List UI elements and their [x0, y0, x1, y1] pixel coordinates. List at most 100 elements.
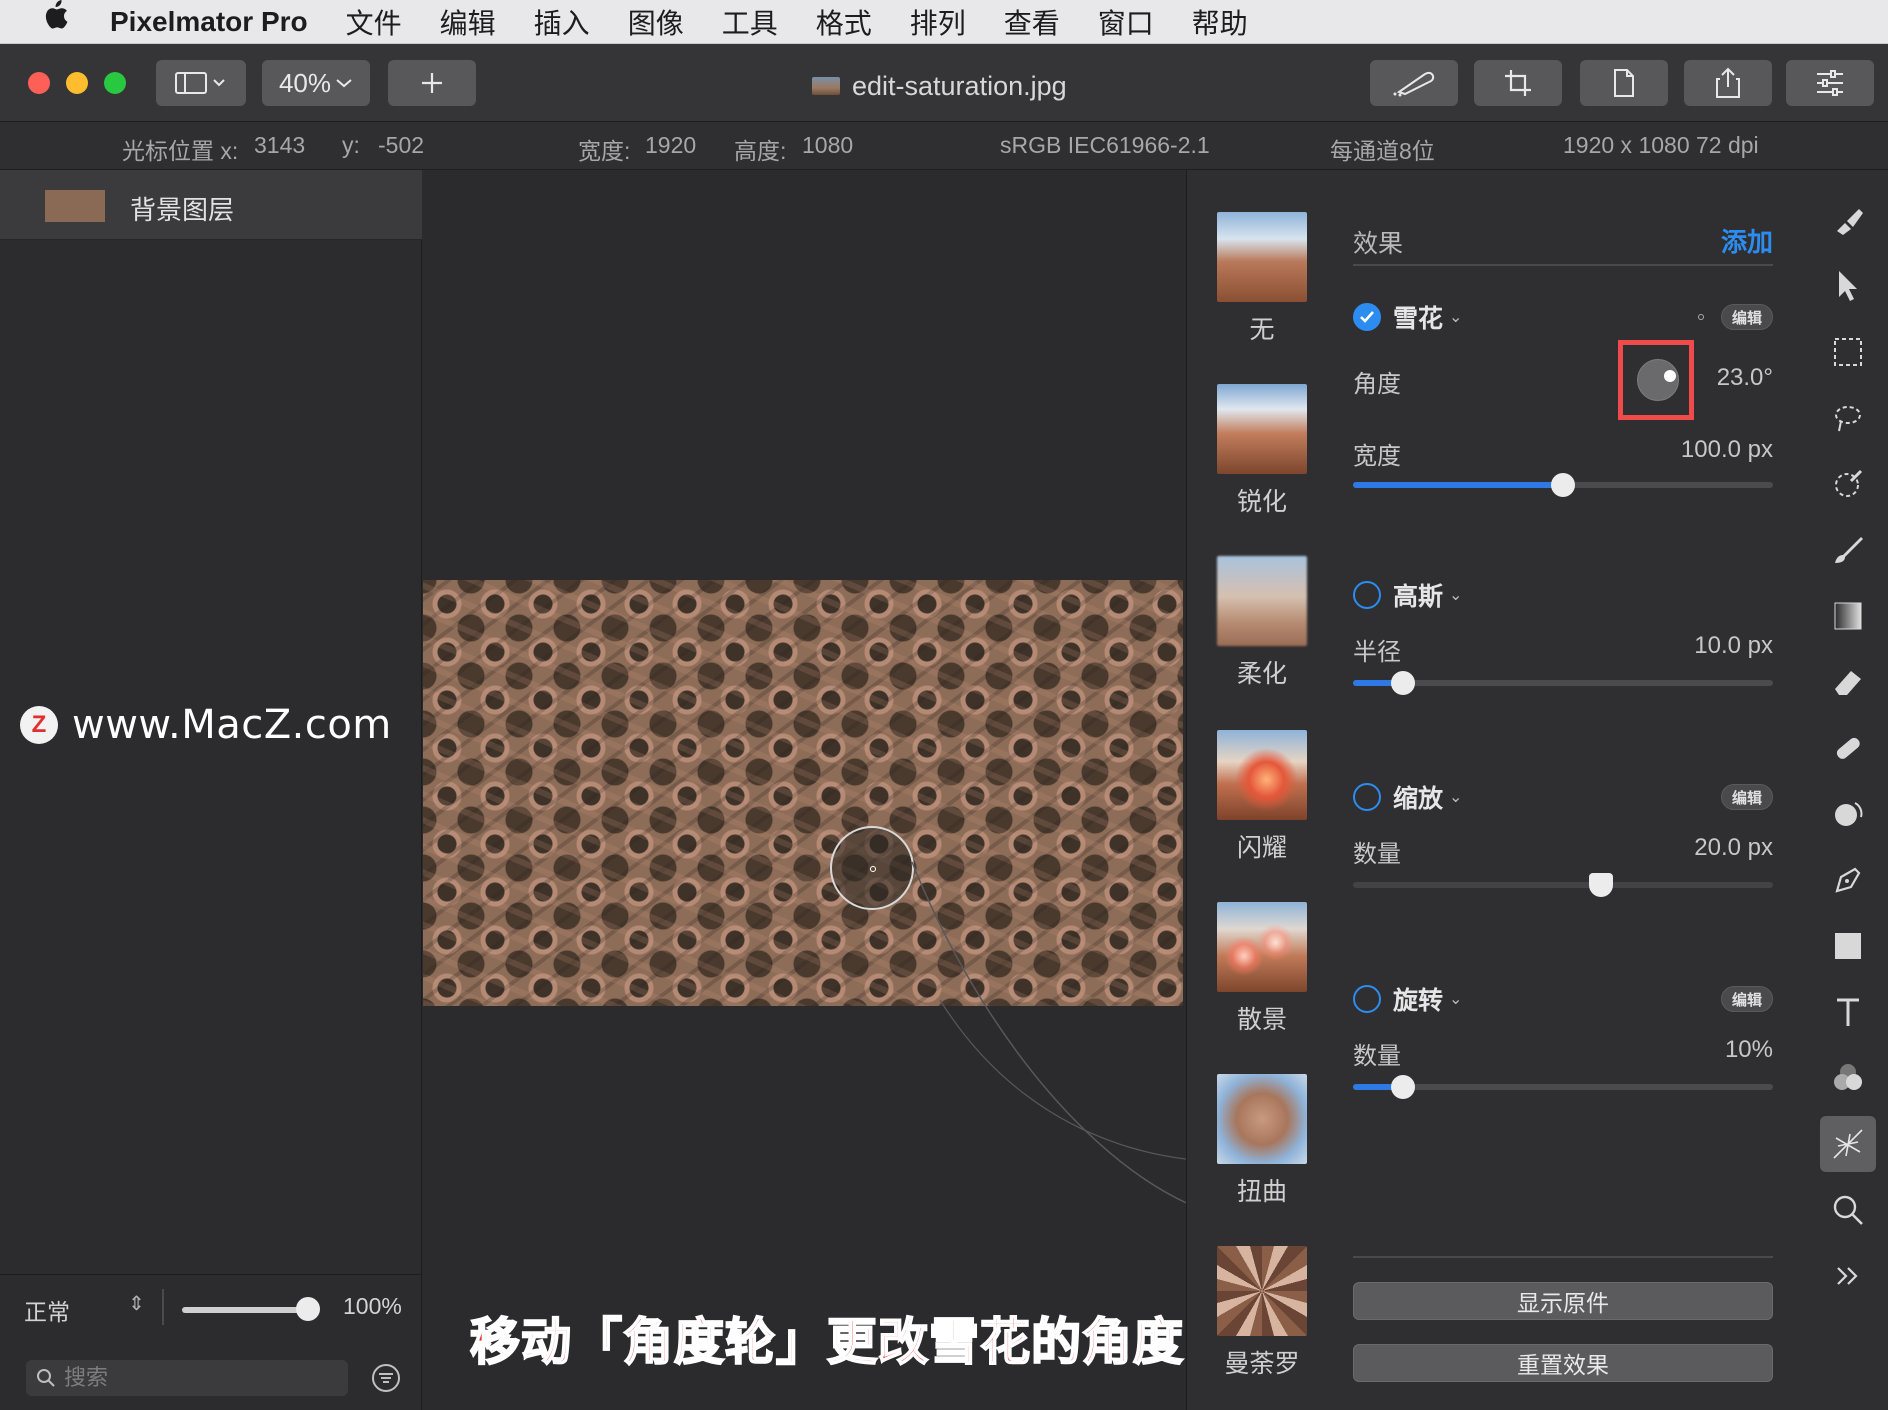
angle-value[interactable]: 23.0°: [1717, 364, 1773, 392]
effect-name[interactable]: 旋转: [1393, 981, 1443, 1017]
category-mandala[interactable]: 曼荼罗: [1217, 1246, 1307, 1380]
tool-effects[interactable]: [1820, 1116, 1876, 1172]
category-distort[interactable]: 扭曲: [1217, 1074, 1307, 1208]
tool-select[interactable]: [1820, 324, 1876, 380]
category-bokeh[interactable]: 散景: [1217, 902, 1307, 1036]
tool-zoom[interactable]: [1820, 1182, 1876, 1238]
sidebar-toggle-button[interactable]: [156, 60, 246, 106]
effect-enable-checkbox[interactable]: [1353, 783, 1381, 811]
rect-selection-icon: [1834, 338, 1862, 366]
menu-image[interactable]: 图像: [628, 2, 684, 42]
width-slider[interactable]: [1353, 473, 1773, 497]
menu-format[interactable]: 格式: [816, 2, 872, 42]
tutorial-caption: 移动「角度轮」更改雪花的角度: [469, 1312, 1184, 1372]
category-glow[interactable]: 闪耀: [1217, 730, 1307, 864]
menu-arrange[interactable]: 排列: [910, 2, 966, 42]
menu-edit[interactable]: 编辑: [440, 2, 496, 42]
search-input[interactable]: [64, 1365, 324, 1391]
effect-enable-checkbox[interactable]: [1353, 303, 1381, 331]
tool-pen[interactable]: [1820, 852, 1876, 908]
height-label: 高度:: [734, 138, 787, 164]
retouch-tool-button[interactable]: [1370, 60, 1458, 106]
minimize-window-button[interactable]: [66, 72, 88, 94]
amount-value[interactable]: 10%: [1725, 1036, 1773, 1064]
angle-wheel[interactable]: [1637, 359, 1679, 401]
tool-shape[interactable]: [1820, 918, 1876, 974]
width-value: 1920: [645, 132, 697, 158]
effect-name[interactable]: 缩放: [1393, 779, 1443, 815]
menu-view[interactable]: 查看: [1004, 2, 1060, 42]
radius-slider[interactable]: [1353, 671, 1773, 695]
category-thumbnail: [1217, 1246, 1307, 1336]
zoom-window-button[interactable]: [104, 72, 126, 94]
export-button[interactable]: [1580, 60, 1668, 106]
category-blur[interactable]: 柔化: [1217, 556, 1307, 690]
effect-enable-checkbox[interactable]: [1353, 985, 1381, 1013]
tool-gradient[interactable]: [1820, 588, 1876, 644]
toolbar: 40% edit-saturation.jpg: [0, 44, 1888, 122]
chevron-down-icon[interactable]: ⌄: [1449, 787, 1462, 807]
menu-file[interactable]: 文件: [346, 2, 402, 42]
canvas-area[interactable]: [423, 170, 1185, 1410]
amount-slider[interactable]: [1353, 1075, 1773, 1099]
category-none[interactable]: 无: [1217, 212, 1307, 346]
on-canvas-angle-handle[interactable]: [830, 826, 914, 910]
tool-erase[interactable]: [1820, 654, 1876, 710]
up-down-chevron-icon[interactable]: ⇕: [128, 1291, 145, 1316]
edit-button[interactable]: 编辑: [1721, 784, 1773, 810]
crop-button[interactable]: [1474, 60, 1562, 106]
width-value[interactable]: 100.0 px: [1681, 436, 1773, 464]
effect-name[interactable]: 高斯: [1393, 577, 1443, 613]
slider-knob[interactable]: [1551, 473, 1575, 497]
menu-help[interactable]: 帮助: [1192, 2, 1248, 42]
reset-effects-button[interactable]: 重置效果: [1353, 1344, 1773, 1382]
slider-knob[interactable]: [1391, 1075, 1416, 1099]
add-effect-button[interactable]: 添加: [1721, 222, 1773, 259]
blend-mode-select[interactable]: 正常: [24, 1293, 70, 1327]
add-button[interactable]: [388, 60, 476, 106]
tool-color-picker[interactable]: [1820, 456, 1876, 512]
slider-knob[interactable]: [1588, 873, 1613, 897]
category-label: 闪耀: [1236, 834, 1287, 862]
menu-app-name[interactable]: Pixelmator Pro: [110, 6, 308, 38]
tool-color-adjustments[interactable]: [1820, 1050, 1876, 1106]
menu-insert[interactable]: 插入: [534, 2, 590, 42]
category-thumbnail: [1217, 902, 1307, 992]
chevron-down-icon[interactable]: ⌄: [1449, 585, 1462, 605]
opacity-slider-knob[interactable]: [296, 1297, 320, 1321]
close-window-button[interactable]: [28, 72, 50, 94]
chevron-down-icon[interactable]: ⌄: [1449, 989, 1462, 1009]
effect-gaussian: 高斯 ⌄ 半径 10.0 px: [1353, 578, 1773, 728]
effect-enable-checkbox[interactable]: [1353, 581, 1381, 609]
tool-more[interactable]: [1820, 1248, 1876, 1304]
tool-style[interactable]: [1820, 192, 1876, 248]
layers-panel: 背景图层 Z www.MacZ.com 正常 ⇕ 100%: [0, 170, 422, 1410]
adjustments-button[interactable]: [1786, 60, 1874, 106]
amount-value[interactable]: 20.0 px: [1694, 834, 1773, 862]
tool-distort[interactable]: [1820, 786, 1876, 842]
edit-button[interactable]: 编辑: [1721, 304, 1773, 330]
apple-menu-icon[interactable]: [0, 0, 110, 44]
share-button[interactable]: [1684, 60, 1772, 106]
amount-slider[interactable]: [1353, 873, 1773, 897]
layer-search-field[interactable]: [26, 1360, 348, 1396]
category-sharpen[interactable]: 锐化: [1217, 384, 1307, 518]
tool-retouch[interactable]: [1820, 720, 1876, 776]
menu-tools[interactable]: 工具: [722, 2, 778, 42]
tool-type[interactable]: [1820, 984, 1876, 1040]
filter-icon[interactable]: [370, 1362, 402, 1394]
layer-row[interactable]: 背景图层: [0, 170, 422, 240]
tool-arrange[interactable]: [1820, 258, 1876, 314]
document-image[interactable]: [423, 580, 1183, 1006]
opacity-slider[interactable]: [182, 1307, 312, 1313]
tool-quick-select[interactable]: [1820, 390, 1876, 446]
effect-name[interactable]: 雪花: [1393, 299, 1443, 335]
slider-knob[interactable]: [1391, 671, 1416, 695]
radius-value[interactable]: 10.0 px: [1694, 632, 1773, 660]
menu-window[interactable]: 窗口: [1098, 2, 1154, 42]
tool-paint[interactable]: [1820, 522, 1876, 578]
chevron-down-icon[interactable]: ⌄: [1449, 307, 1462, 327]
zoom-dropdown[interactable]: 40%: [262, 60, 370, 106]
edit-button[interactable]: 编辑: [1721, 986, 1773, 1012]
show-original-button[interactable]: 显示原件: [1353, 1282, 1773, 1320]
